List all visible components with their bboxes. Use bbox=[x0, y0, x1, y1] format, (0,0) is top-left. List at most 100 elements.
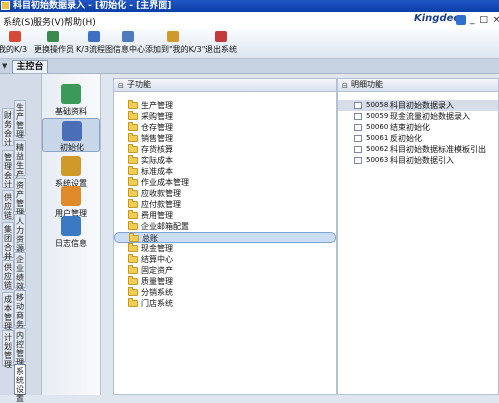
logo-mark-icon bbox=[456, 15, 466, 25]
flowchart-icon bbox=[88, 31, 100, 42]
window-title: 科目初始数据录入 - [初始化 - [主界面] bbox=[13, 1, 172, 11]
system-settings-icon bbox=[61, 156, 81, 176]
folder-icon bbox=[128, 188, 138, 197]
function-basic-data[interactable]: 基础资料 bbox=[42, 84, 100, 118]
home-icon bbox=[9, 31, 21, 42]
toolbar-switch-operator-button[interactable]: 更换操作员 bbox=[34, 30, 74, 57]
category-tab-performance[interactable]: 企业绩效 bbox=[14, 252, 26, 291]
sub-function-item[interactable]: 企业邮箱配置 bbox=[114, 221, 336, 232]
category-tab-group-consolidation[interactable]: 集团合并 bbox=[2, 222, 14, 261]
category-tab-management-accounting[interactable]: 管理会计 bbox=[2, 150, 14, 189]
sub-function-header: ⊟ 子功能 bbox=[114, 79, 336, 92]
function-label: 初始化 bbox=[60, 143, 84, 152]
tab-main-console[interactable]: 主控台 bbox=[12, 60, 48, 73]
message-icon bbox=[122, 31, 134, 42]
function-label: 日志信息 bbox=[55, 239, 87, 248]
category-tab-finance[interactable]: 财务会计 bbox=[2, 108, 14, 147]
add-favorite-icon bbox=[167, 31, 179, 42]
detail-function-item[interactable]: 50060 结束初始化 bbox=[338, 122, 498, 133]
detail-function-title: 明细功能 bbox=[351, 80, 383, 89]
category-tab-planning[interactable]: 计划管理 bbox=[2, 330, 14, 369]
toolbar-label: 信息中心 bbox=[113, 45, 145, 54]
tab-dropdown-icon[interactable]: ▼ bbox=[2, 62, 7, 70]
folder-icon bbox=[128, 199, 138, 208]
toolbar-flowchart-button[interactable]: K/3流程图 bbox=[76, 30, 114, 57]
report-icon bbox=[354, 102, 362, 109]
sub-function-item[interactable]: 实际成本 bbox=[114, 155, 336, 166]
toolbar-exit-button[interactable]: 退出系统 bbox=[205, 30, 237, 57]
detail-function-header: ⊟ 明细功能 bbox=[338, 79, 498, 92]
detail-function-item-selected[interactable]: 50058 科目初始数据录入 bbox=[338, 100, 498, 111]
sub-function-item[interactable]: 采购管理 bbox=[114, 111, 336, 122]
folder-icon bbox=[128, 166, 138, 175]
sub-function-item[interactable]: 仓存管理 bbox=[114, 122, 336, 133]
sub-function-title: 子功能 bbox=[127, 80, 151, 89]
report-icon bbox=[354, 146, 362, 153]
toolbar-add-favorite-button[interactable]: 添加到"我的K/3" bbox=[145, 30, 205, 57]
title-bar: 科目初始数据录入 - [初始化 - [主界面] bbox=[0, 0, 499, 12]
sub-function-item[interactable]: 结算中心 bbox=[114, 254, 336, 265]
folder-icon bbox=[128, 133, 138, 142]
category-tab-cost[interactable]: 成本管理 bbox=[2, 292, 14, 331]
folder-icon bbox=[128, 298, 138, 307]
sub-function-item[interactable]: 分销系统 bbox=[114, 287, 336, 298]
sub-function-item-selected[interactable]: 总账 bbox=[114, 232, 336, 243]
report-icon bbox=[354, 157, 362, 164]
window-controls[interactable]: _ □ × bbox=[470, 15, 499, 25]
category-tab-mobile-commerce[interactable]: 移动商务 bbox=[14, 290, 26, 329]
sub-function-item[interactable]: 存货核算 bbox=[114, 144, 336, 155]
category-tab-asset[interactable]: 资产管理 bbox=[14, 178, 26, 217]
exit-icon bbox=[215, 31, 227, 42]
sub-function-item[interactable]: 作业成本管理 bbox=[114, 177, 336, 188]
function-system-settings[interactable]: 系统设置 bbox=[42, 156, 100, 190]
sub-function-item[interactable]: 质量管理 bbox=[114, 276, 336, 287]
collapse-icon[interactable]: ⊟ bbox=[342, 80, 348, 92]
category-tab-lean[interactable]: 精益生产 bbox=[14, 140, 26, 179]
detail-function-item[interactable]: 50063 科目初始数据引入 bbox=[338, 155, 498, 166]
function-log-info[interactable]: 日志信息 bbox=[42, 216, 100, 250]
sub-function-item[interactable]: 销售管理 bbox=[114, 133, 336, 144]
sub-function-item[interactable]: 费用管理 bbox=[114, 210, 336, 221]
category-tab-internal-control[interactable]: 内控管理 bbox=[14, 328, 26, 367]
toolbar-label: 更换操作员 bbox=[34, 45, 74, 54]
menu-service[interactable]: 服务(V) bbox=[33, 15, 64, 28]
toolbar-my-k3-button[interactable]: 我的K/3 bbox=[0, 30, 30, 57]
sub-function-pane: ⊟ 子功能 生产管理 采购管理 仓存管理 销售管理 存货核算 实际成本 标准成本… bbox=[113, 78, 337, 395]
menu-bar: 系统(S) 服务(V) 帮助(H) Kingdee _ □ × bbox=[0, 12, 499, 30]
collapse-icon[interactable]: ⊟ bbox=[118, 80, 124, 92]
basic-data-icon bbox=[61, 84, 81, 104]
menu-help[interactable]: 帮助(H) bbox=[64, 15, 96, 28]
folder-icon bbox=[128, 155, 138, 164]
app-icon bbox=[1, 1, 10, 10]
toolbar-label: K/3流程图 bbox=[76, 45, 114, 54]
function-user-management[interactable]: 用户管理 bbox=[42, 186, 100, 220]
sub-function-item[interactable]: 标准成本 bbox=[114, 166, 336, 177]
report-icon bbox=[354, 113, 362, 120]
detail-function-item[interactable]: 50059 现金流量初始数据录入 bbox=[338, 111, 498, 122]
menu-system[interactable]: 系统(S) bbox=[3, 15, 34, 28]
folder-icon bbox=[128, 177, 138, 186]
category-tab-supply-chain-2[interactable]: 供应链 bbox=[2, 260, 14, 290]
category-tab-supply-chain[interactable]: 供应链 bbox=[2, 190, 14, 220]
toolbar: 我的K/3 更换操作员 K/3流程图 信息中心 添加到"我的K/3" 退出系统 bbox=[0, 29, 499, 59]
sub-function-item[interactable]: 固定资产 bbox=[114, 265, 336, 276]
folder-icon bbox=[128, 210, 138, 219]
folder-icon bbox=[128, 276, 138, 285]
category-tab-system-settings[interactable]: 系统设置 bbox=[14, 364, 26, 403]
user-switch-icon bbox=[47, 31, 59, 42]
sub-function-item[interactable]: 门店系统 bbox=[114, 298, 336, 309]
detail-function-item[interactable]: 50061 反初始化 bbox=[338, 133, 498, 144]
function-initialize[interactable]: 初始化 bbox=[42, 118, 100, 152]
sub-function-item[interactable]: 应收款管理 bbox=[114, 188, 336, 199]
category-tab-production[interactable]: 生产管理 bbox=[14, 100, 26, 139]
sub-function-item[interactable]: 应付款管理 bbox=[114, 199, 336, 210]
folder-icon bbox=[128, 111, 138, 120]
report-icon bbox=[354, 124, 362, 131]
category-tab-hr[interactable]: 人力资源 bbox=[14, 214, 26, 253]
detail-function-item[interactable]: 50062 科目初始数据标准模板引出 bbox=[338, 144, 498, 155]
toolbar-message-center-button[interactable]: 信息中心 bbox=[113, 30, 145, 57]
log-info-icon bbox=[61, 216, 81, 236]
sub-function-item[interactable]: 现金管理 bbox=[114, 243, 336, 254]
sub-function-item[interactable]: 生产管理 bbox=[114, 100, 336, 111]
folder-icon bbox=[128, 254, 138, 263]
